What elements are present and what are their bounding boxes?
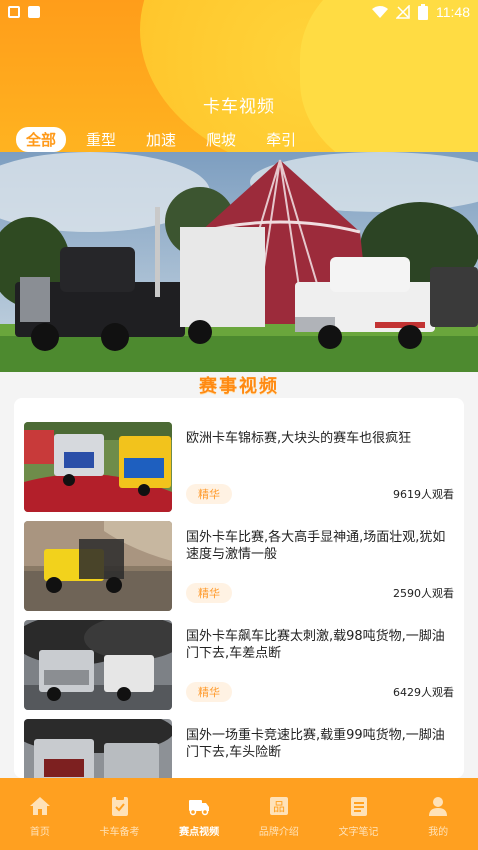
- nav-brands[interactable]: 品 品牌介绍: [239, 778, 319, 850]
- list-item[interactable]: 国外一场重卡竞速比赛,载重99吨货物,一脚油门下去,车头险断: [24, 719, 454, 778]
- video-thumbnail[interactable]: [24, 620, 172, 710]
- bottom-navigation: 首页 卡车备考 赛点视频 品 品牌介绍 文字笔记 我的: [0, 778, 478, 850]
- page-title: 卡车视频: [203, 97, 275, 117]
- home-icon: [29, 797, 50, 815]
- list-item[interactable]: 欧洲卡车锦标赛,大块头的赛车也很疯狂 精华 9619人观看: [24, 422, 454, 512]
- tab-towing[interactable]: 牵引: [256, 127, 306, 152]
- video-title: 国外卡车飙车比赛太刺激,载98吨货物,一脚油门下去,车差点断: [186, 629, 445, 661]
- banner-image[interactable]: [0, 152, 478, 372]
- list-item[interactable]: 国外卡车飙车比赛太刺激,载98吨货物,一脚油门下去,车差点断 精华 6429人观…: [24, 620, 454, 710]
- tab-heavy[interactable]: 重型: [76, 127, 126, 152]
- nav-profile[interactable]: 我的: [398, 778, 478, 850]
- checklist-icon: [111, 796, 128, 816]
- video-thumbnail[interactable]: [24, 521, 172, 611]
- brand-icon: 品: [269, 797, 288, 815]
- nav-home[interactable]: 首页: [0, 778, 80, 850]
- nav-label: 我的: [428, 827, 449, 838]
- featured-badge: 精华: [186, 583, 232, 603]
- video-list: 欧洲卡车锦标赛,大块头的赛车也很疯狂 精华 9619人观看 国外卡车比赛,各大高…: [14, 398, 464, 778]
- gallery-notification-icon: [8, 6, 20, 18]
- nav-label: 卡车备考: [99, 827, 140, 838]
- video-title: 国外一场重卡竞速比赛,载重99吨货物,一脚油门下去,车头险断: [186, 728, 445, 760]
- svg-text:品: 品: [273, 800, 285, 814]
- category-tabs: 全部 重型 加速 爬坡 牵引: [0, 124, 478, 154]
- status-time: 11:48: [436, 4, 470, 20]
- video-title: 欧洲卡车锦标赛,大块头的赛车也很疯狂: [186, 431, 412, 446]
- view-count: 2590人观看: [393, 587, 454, 600]
- nav-videos[interactable]: 赛点视频: [159, 778, 239, 850]
- battery-icon: [418, 4, 428, 20]
- nav-label: 文字笔记: [338, 827, 379, 838]
- featured-badge: 精华: [186, 682, 232, 702]
- nav-label: 品牌介绍: [258, 827, 299, 838]
- nav-notes[interactable]: 文字笔记: [319, 778, 399, 850]
- list-item[interactable]: 国外卡车比赛,各大高手显神通,场面壮观,犹如速度与激情一般 精华 2590人观看: [24, 521, 454, 611]
- nav-label: 赛点视频: [179, 827, 220, 838]
- status-bar: 11:48: [0, 0, 478, 24]
- wifi-icon: [372, 6, 388, 18]
- view-count: 9619人观看: [393, 488, 454, 501]
- tab-all[interactable]: 全部: [16, 126, 67, 152]
- app-notification-icon: [28, 6, 40, 18]
- video-thumbnail[interactable]: [24, 422, 172, 512]
- featured-badge: 精华: [186, 484, 232, 504]
- tab-acceleration[interactable]: 加速: [136, 127, 186, 152]
- video-title: 国外卡车比赛,各大高手显神通,场面壮观,犹如速度与激情一般: [186, 530, 446, 562]
- view-count: 6429人观看: [393, 686, 454, 699]
- user-icon: [429, 797, 448, 816]
- tab-climbing[interactable]: 爬坡: [196, 127, 246, 152]
- nav-label: 首页: [29, 827, 50, 838]
- notes-icon: [350, 797, 367, 816]
- truck-icon: [189, 800, 210, 816]
- no-signal-icon: [396, 5, 410, 19]
- video-thumbnail[interactable]: [24, 719, 172, 778]
- section-title: 赛事视频: [199, 376, 279, 397]
- nav-exam-prep[interactable]: 卡车备考: [80, 778, 160, 850]
